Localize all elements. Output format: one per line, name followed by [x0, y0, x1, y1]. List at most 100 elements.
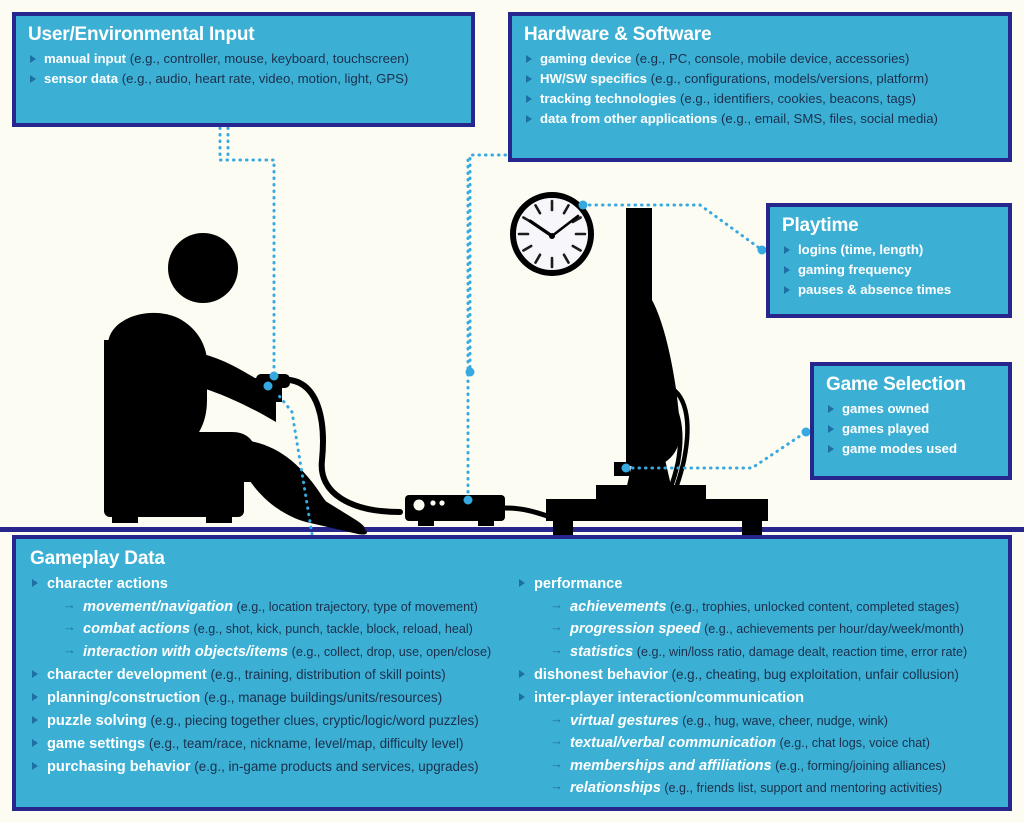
television-side-view	[596, 208, 706, 501]
item-label: HW/SW specifics	[540, 70, 647, 86]
item-example: (e.g., team/race, nickname, level/map, d…	[148, 735, 464, 751]
item-label: game modes used	[842, 440, 958, 456]
sub-item-label: statistics	[570, 643, 634, 660]
sub-item-label: progression speed	[570, 621, 701, 638]
sub-item-label: memberships and affiliations	[570, 757, 772, 774]
item-label: game settings	[47, 735, 146, 752]
arrow-bullet-icon: →	[63, 641, 76, 657]
playtime-box: Playtime logins (time, length) gaming fr…	[766, 203, 1012, 318]
arrow-bullet-icon: →	[63, 596, 76, 612]
list-item: games played	[826, 419, 998, 439]
game-selection-title: Game Selection	[826, 374, 966, 395]
user-input-list: manual input (e.g., controller, mouse, k…	[28, 49, 461, 89]
arrow-bullet-icon: →	[550, 710, 563, 726]
item-label: sensor data	[44, 70, 119, 86]
item-label: gaming frequency	[798, 261, 912, 277]
triangle-bullet-icon	[32, 761, 38, 770]
item-example: (e.g., PC, console, mobile device, acces…	[635, 50, 910, 66]
triangle-bullet-icon	[828, 444, 834, 453]
sub-item-label: textual/verbal communication	[570, 735, 776, 752]
user-environmental-input-box: User/Environmental Input manual input (e…	[12, 12, 475, 127]
sublist: → virtual gestures (e.g., hug, wave, che…	[550, 710, 998, 800]
triangle-bullet-icon	[30, 74, 36, 83]
user-input-title: User/Environmental Input	[28, 24, 255, 45]
sub-item: → movement/navigation (e.g., location tr…	[63, 596, 511, 619]
triangle-bullet-icon	[32, 578, 38, 587]
item-example: (e.g., in-game products and services, up…	[194, 758, 479, 774]
sub-item-example: (e.g., forming/joining alliances)	[775, 758, 946, 773]
gameplay-right-list: performance → achievements (e.g., trophi…	[517, 573, 998, 800]
list-item: planning/construction (e.g., manage buil…	[30, 687, 511, 710]
sub-item-label: combat actions	[83, 621, 191, 638]
sub-item-example: (e.g., win/loss ratio, damage dealt, rea…	[636, 644, 968, 659]
sub-item-example: (e.g., hug, wave, cheer, nudge, wink)	[682, 713, 889, 728]
item-label: games played	[842, 420, 930, 436]
sub-item: → progression speed (e.g., achievements …	[550, 618, 998, 641]
arrow-bullet-icon: →	[550, 619, 563, 635]
triangle-bullet-icon	[526, 54, 532, 63]
arrow-bullet-icon: →	[550, 755, 563, 771]
item-example: (e.g., email, SMS, files, social media)	[721, 110, 938, 126]
list-item: inter-player interaction/communication →…	[517, 687, 998, 800]
sub-item-example: (e.g., achievements per hour/day/week/mo…	[704, 622, 964, 637]
arrow-bullet-icon: →	[550, 641, 563, 657]
gameplay-left-list: character actions → movement/navigation …	[30, 573, 511, 779]
item-label: purchasing behavior	[47, 758, 191, 775]
hardware-software-title: Hardware & Software	[524, 24, 712, 45]
list-item: character development (e.g., training, d…	[30, 664, 511, 687]
item-example: (e.g., manage buildings/units/resources)	[203, 689, 443, 705]
item-label: pauses & absence times	[798, 281, 952, 297]
item-label: tracking technologies	[540, 90, 677, 106]
floor-line	[0, 527, 1024, 532]
game-console	[405, 495, 563, 526]
sub-item-example: (e.g., shot, kick, punch, tackle, block,…	[193, 622, 473, 637]
triangle-bullet-icon	[519, 669, 525, 678]
item-label: logins (time, length)	[798, 241, 924, 257]
list-item: purchasing behavior (e.g., in-game produ…	[30, 756, 511, 779]
sub-item: → virtual gestures (e.g., hug, wave, che…	[550, 710, 998, 733]
sublist: → movement/navigation (e.g., location tr…	[63, 596, 511, 664]
item-label: dishonest behavior	[534, 666, 668, 683]
sub-item: → interaction with objects/items (e.g., …	[63, 641, 511, 664]
sub-item-example: (e.g., trophies, unlocked content, compl…	[670, 599, 960, 614]
sub-item-label: interaction with objects/items	[83, 643, 289, 660]
list-item: character actions → movement/navigation …	[30, 573, 511, 664]
wall-clock	[510, 192, 594, 276]
sub-item: → textual/verbal communication (e.g., ch…	[550, 732, 998, 755]
gameplay-left-column: character actions → movement/navigation …	[30, 573, 511, 800]
item-example: (e.g., identifiers, cookies, beacons, ta…	[679, 90, 917, 106]
item-label: character actions	[47, 575, 168, 592]
list-item: puzzle solving (e.g., piecing together c…	[30, 710, 511, 733]
list-item: manual input (e.g., controller, mouse, k…	[28, 49, 461, 69]
triangle-bullet-icon	[32, 692, 38, 701]
triangle-bullet-icon	[30, 54, 36, 63]
list-item: sensor data (e.g., audio, heart rate, vi…	[28, 69, 461, 89]
list-item: data from other applications (e.g., emai…	[524, 109, 998, 129]
sub-item-label: virtual gestures	[570, 712, 679, 729]
triangle-bullet-icon	[519, 578, 525, 587]
gameplay-data-title: Gameplay Data	[30, 548, 165, 569]
item-example: (e.g., controller, mouse, keyboard, touc…	[129, 50, 410, 66]
list-item: game modes used	[826, 439, 998, 459]
triangle-bullet-icon	[519, 692, 525, 701]
triangle-bullet-icon	[784, 285, 790, 294]
sub-item-example: (e.g., collect, drop, use, open/close)	[291, 644, 492, 659]
sub-item: → memberships and affiliations (e.g., fo…	[550, 755, 998, 778]
arrow-bullet-icon: →	[63, 619, 76, 635]
sublist: → achievements (e.g., trophies, unlocked…	[550, 596, 998, 664]
triangle-bullet-icon	[526, 74, 532, 83]
triangle-bullet-icon	[784, 265, 790, 274]
playtime-title: Playtime	[782, 215, 859, 236]
hardware-software-box: Hardware & Software gaming device (e.g.,…	[508, 12, 1012, 162]
list-item: games owned	[826, 399, 998, 419]
triangle-bullet-icon	[32, 715, 38, 724]
item-example: (e.g., cheating, bug exploitation, unfai…	[671, 666, 959, 682]
item-label: inter-player interaction/communication	[534, 689, 805, 706]
item-example: (e.g., training, distribution of skill p…	[210, 666, 446, 682]
arrow-bullet-icon: →	[550, 596, 563, 612]
triangle-bullet-icon	[526, 94, 532, 103]
sub-item-example: (e.g., friends list, support and mentori…	[664, 781, 943, 796]
triangle-bullet-icon	[526, 114, 532, 123]
item-example: (e.g., piecing together clues, cryptic/l…	[150, 712, 479, 728]
item-example: (e.g., configurations, models/versions, …	[650, 70, 929, 86]
